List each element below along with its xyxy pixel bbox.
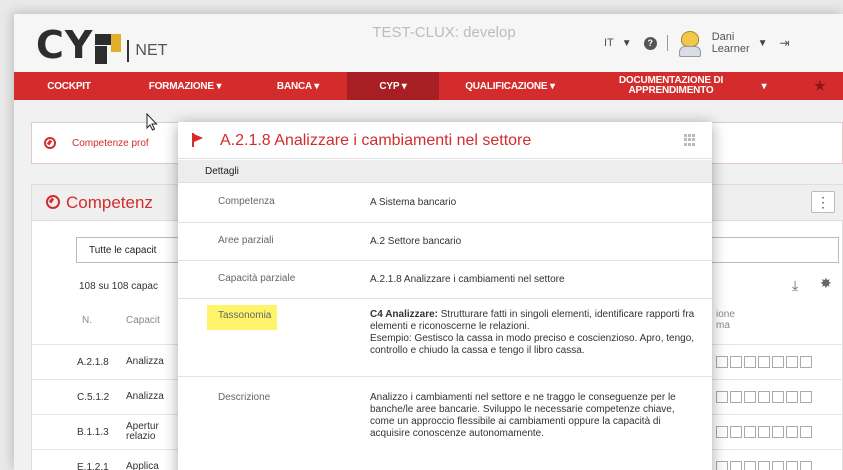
detail-value: A.2 Settore bancario — [370, 236, 462, 247]
logo-suffix: NET — [127, 40, 167, 62]
nav-documentazione[interactable]: DOCUMENTAZIONE DI APPRENDIMENTO — [606, 72, 736, 100]
detail-row-aree-parziali: Aree parziali A.2 Settore bancario — [178, 223, 712, 261]
column-header-assessment[interactable]: ione ma — [716, 309, 735, 331]
column-header-capability[interactable]: Capacit — [126, 315, 160, 326]
user-name[interactable]: Dani Learner — [712, 31, 750, 55]
row-code: C.5.1.2 — [77, 392, 110, 403]
logo-letters: CY — [36, 23, 94, 67]
row-name-line2: relazio — [126, 431, 156, 442]
detail-value: A.2.1.8 Analizzare i cambiamenti nel set… — [370, 274, 565, 285]
detail-label-highlighted: Tassonomia — [207, 305, 278, 330]
main-navbar: COCKPIT FORMAZIONE ▾ BANCA ▾ CYP ▾ QUALI… — [14, 72, 843, 100]
favorite-star-icon[interactable]: ★ — [814, 78, 826, 94]
download-icon[interactable]: ⤓ — [792, 277, 798, 294]
user-last-name: Learner — [711, 43, 750, 55]
flag-icon — [192, 133, 204, 147]
column-header-number[interactable]: N. — [82, 315, 92, 326]
environment-title: TEST-CLUX: develop — [372, 24, 516, 41]
nav-doc-chevron-icon[interactable]: ▾ — [754, 72, 774, 100]
detail-modal: A.2.1.8 Analizzare i cambiamenti nel set… — [178, 122, 712, 470]
nav-formazione[interactable]: FORMAZIONE ▾ — [139, 72, 231, 100]
assessment-boxes[interactable] — [716, 356, 814, 368]
detail-row-descrizione: Descrizione Analizzo i cambiamenti nel s… — [178, 377, 712, 465]
taxonomy-example: Esempio: Gestisco la cassa in modo preci… — [370, 333, 695, 356]
details-subheader: Dettagli — [178, 160, 712, 183]
avatar[interactable] — [678, 28, 702, 58]
detail-value: A Sistema bancario — [370, 197, 457, 208]
detail-row-competenza: Competenza A Sistema bancario — [178, 184, 712, 223]
result-count: 108 su 108 capac — [79, 281, 158, 292]
nav-qualificazione[interactable]: QUALIFICAZIONE ▾ — [454, 72, 566, 100]
modal-header: A.2.1.8 Analizzare i cambiamenti nel set… — [178, 122, 712, 159]
detail-label: Capacità parziale — [218, 273, 296, 284]
logout-icon[interactable]: ⇥ — [780, 36, 790, 50]
assessment-boxes[interactable] — [716, 426, 814, 438]
detail-row-tassonomia: Tassonomia C4 Analizzare: Strutturare fa… — [178, 299, 712, 377]
row-code: A.2.1.8 — [77, 357, 109, 368]
header-actions: IT ▼ ? Dani Learner ▼ ⇥ — [604, 14, 790, 72]
divider — [666, 35, 668, 51]
chevron-down-icon[interactable]: ▼ — [622, 38, 632, 49]
panel-title: Competenz — [66, 193, 153, 212]
user-menu-chevron-icon[interactable]: ▼ — [758, 38, 768, 49]
detail-value: Analizzo i cambiamenti nel settore e ne … — [370, 392, 676, 439]
nav-cockpit[interactable]: COCKPIT — [44, 72, 94, 100]
detail-value: C4 Analizzare: Strutturare fatti in sing… — [370, 309, 695, 357]
column-header-line2: ma — [716, 320, 730, 331]
nav-doc-line2: APPRENDIMENTO — [628, 85, 714, 96]
language-selector[interactable]: IT — [604, 37, 614, 49]
row-code: B.1.1.3 — [77, 427, 109, 438]
row-name: Applica — [126, 461, 159, 470]
compass-icon — [46, 195, 60, 209]
detail-row-capacita-parziale: Capacità parziale A.2.1.8 Analizzare i c… — [178, 261, 712, 299]
drag-handle-icon[interactable] — [684, 134, 696, 146]
compass-icon — [44, 137, 56, 149]
modal-title: A.2.1.8 Analizzare i cambiamenti nel set… — [220, 132, 532, 149]
top-header: CY NET TEST-CLUX: develop IT ▼ ? Dani Lea… — [14, 14, 843, 72]
nav-banca[interactable]: BANCA ▾ — [266, 72, 330, 100]
assessment-boxes[interactable] — [716, 391, 814, 403]
assessment-boxes[interactable] — [716, 461, 814, 470]
detail-label: Descrizione — [218, 392, 271, 403]
app-logo[interactable]: CY NET — [36, 24, 167, 64]
app-window: CY NET TEST-CLUX: develop IT ▼ ? Dani Lea… — [14, 14, 843, 470]
logo-p-mark — [95, 34, 122, 64]
nav-cyp[interactable]: CYP ▾ — [347, 72, 439, 100]
row-code: E.1.2.1 — [77, 462, 109, 470]
taxonomy-level: C4 Analizzare: — [370, 309, 438, 320]
more-options-button[interactable]: ⋮ — [811, 191, 835, 213]
column-header-line1: ione — [716, 309, 735, 320]
detail-label: Aree parziali — [218, 235, 274, 246]
gear-icon[interactable]: ✸ — [820, 275, 832, 292]
row-name: Analizza — [126, 391, 164, 402]
row-name: Analizza — [126, 356, 164, 367]
breadcrumb-link[interactable]: Competenze prof — [72, 138, 149, 149]
row-name: Apertur relazio — [126, 422, 159, 442]
user-first-name: Dani — [711, 31, 735, 43]
help-icon[interactable]: ? — [643, 36, 657, 50]
detail-label: Competenza — [218, 196, 275, 207]
nav-documentazione-label: DOCUMENTAZIONE DI APPRENDIMENTO — [619, 76, 723, 96]
